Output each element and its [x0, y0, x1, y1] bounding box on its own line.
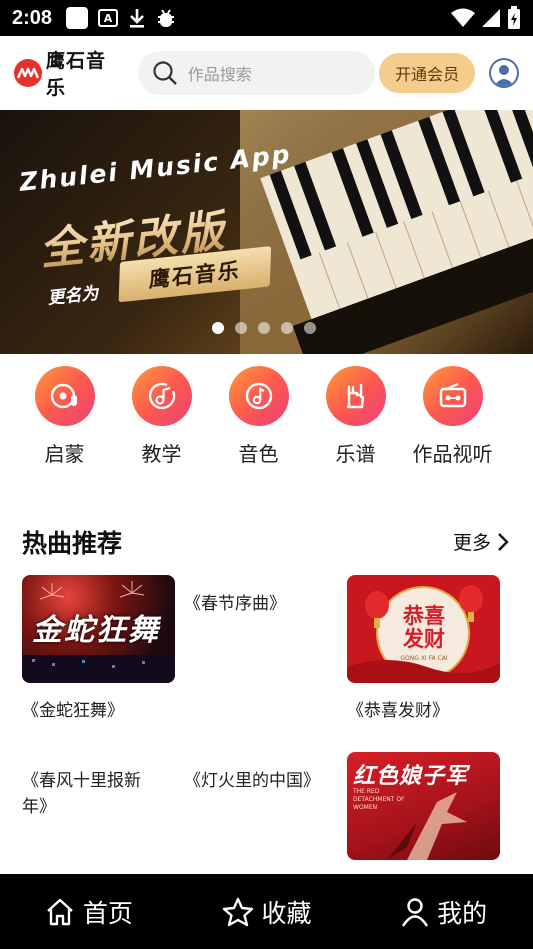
song-title[interactable]: 《灯火里的中国》	[184, 768, 320, 794]
song-thumb[interactable]: 恭喜发财 GONG XI FA CAI	[347, 575, 500, 683]
status-time: 2:08	[12, 6, 53, 29]
nav-home-label: 首页	[82, 898, 133, 928]
song-thumb-text: 红色娘子军	[353, 764, 469, 789]
nav-mine-label: 我的	[437, 898, 488, 928]
user-icon	[402, 897, 429, 927]
nav-favorites[interactable]: 收藏	[178, 894, 356, 930]
bottom-nav: 首页 收藏 我的	[0, 874, 533, 949]
song-title[interactable]: 《恭喜发财》	[347, 698, 449, 724]
rock-hand-icon	[325, 366, 386, 426]
search-bar[interactable]: 作品搜索	[137, 51, 376, 95]
logo-icon	[14, 59, 42, 87]
song-thumb-subtext: THE RED DETACHMENT OF WOMEN	[353, 788, 405, 811]
disc-mic-icon	[34, 366, 95, 426]
song-thumb-text: 恭喜发财	[403, 604, 445, 651]
carousel-dot[interactable]	[235, 322, 247, 334]
notification-icon	[66, 7, 89, 29]
avatar[interactable]	[489, 58, 519, 88]
song-thumb[interactable]: 金蛇狂舞	[22, 575, 175, 683]
category-jiaoxue[interactable]: 教学	[113, 366, 210, 467]
carousel-dot[interactable]	[212, 322, 224, 334]
category-row: 启蒙 教学 音色 乐谱 作品视听	[0, 366, 533, 467]
more-link[interactable]: 更多	[453, 528, 509, 555]
song-title[interactable]: 《春风十里报新年》	[22, 768, 162, 820]
note-disc-icon	[131, 366, 192, 426]
nav-home[interactable]: 首页	[0, 894, 178, 930]
song-thumb-subtext: GONG XI FA CAI	[400, 655, 448, 662]
chevron-right-icon	[498, 532, 509, 551]
radio-icon	[422, 366, 483, 426]
music-note-icon	[228, 366, 289, 426]
song-thumb[interactable]: 红色娘子军 THE RED DETACHMENT OF WOMEN	[347, 752, 500, 860]
download-icon	[130, 9, 145, 28]
status-bar: 2:08 A	[0, 0, 533, 36]
search-icon	[153, 61, 177, 85]
wifi-icon	[451, 8, 475, 27]
user-avatar-icon	[494, 65, 515, 86]
star-icon	[222, 897, 253, 926]
banner-subtitle: 更名为	[46, 283, 100, 309]
app-header: 鹰石音乐 作品搜索 开通会员	[0, 36, 533, 110]
category-yinse[interactable]: 音色	[210, 366, 307, 467]
vip-button[interactable]: 开通会员	[379, 53, 476, 93]
nav-favorites-label: 收藏	[261, 898, 312, 928]
app-logo: 鹰石音乐	[14, 46, 126, 100]
category-qimeng[interactable]: 启蒙	[16, 366, 113, 467]
section-title: 热曲推荐	[22, 529, 123, 558]
carousel-dots	[212, 322, 316, 334]
category-label: 音色	[238, 442, 279, 466]
a-notification-icon: A	[98, 9, 119, 27]
battery-icon	[508, 6, 520, 29]
signal-icon	[482, 9, 500, 27]
nav-mine[interactable]: 我的	[355, 894, 533, 930]
carousel-dot[interactable]	[258, 322, 270, 334]
carousel-dot[interactable]	[281, 322, 293, 334]
category-label: 乐谱	[335, 442, 376, 466]
logo-text: 鹰石音乐	[45, 50, 106, 99]
category-label: 作品视听	[412, 442, 493, 466]
category-yuepu[interactable]: 乐谱	[307, 366, 404, 467]
category-zuopinshiting[interactable]: 作品视听	[404, 366, 501, 467]
carousel-dot[interactable]	[304, 322, 316, 334]
promo-banner[interactable]: Zhulei Music App 全新改版 更名为 鹰石音乐	[0, 110, 533, 354]
search-input[interactable]: 作品搜索	[188, 61, 252, 85]
bug-icon	[158, 9, 175, 27]
category-label: 教学	[141, 442, 182, 466]
more-label: 更多	[452, 532, 491, 554]
song-thumb-text: 金蛇狂舞	[32, 613, 160, 648]
banner-badge-text: 鹰石音乐	[148, 258, 242, 293]
category-label: 启蒙	[44, 442, 85, 466]
song-title[interactable]: 《金蛇狂舞》	[22, 698, 124, 724]
home-icon	[47, 898, 73, 925]
song-title[interactable]: 《春节序曲》	[184, 591, 286, 617]
